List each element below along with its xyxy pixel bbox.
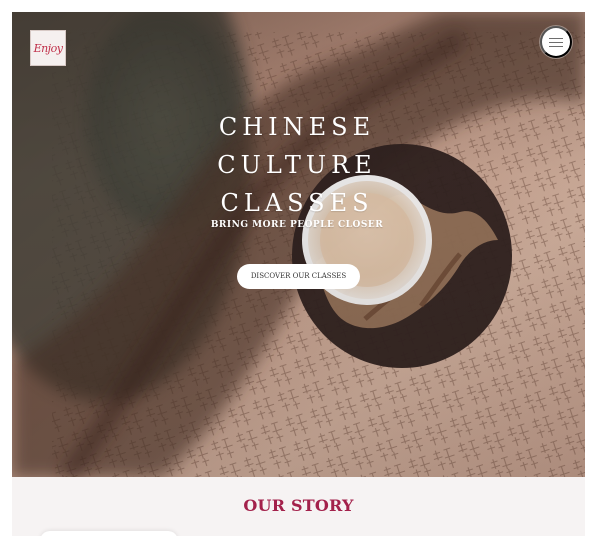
hero-title-line-3: CLASSES xyxy=(220,189,374,217)
logo-text: Enjoy xyxy=(33,41,63,55)
menu-button[interactable] xyxy=(540,26,572,58)
website-page: Enjoy CHINESE CULTURE CLASSES BRING MORE… xyxy=(0,0,597,536)
hero-copy: CHINESE CULTURE CLASSES BRING MORE PEOPL… xyxy=(182,108,412,231)
menu-line-bottom xyxy=(549,46,563,47)
menu-line-top xyxy=(549,38,563,39)
hero-title-line-1: CHINESE xyxy=(218,113,376,141)
hero-section: Enjoy CHINESE CULTURE CLASSES BRING MORE… xyxy=(12,12,585,477)
our-story-heading: OUR STORY xyxy=(243,496,354,516)
hero-title-line-2: CULTURE xyxy=(217,151,377,179)
discover-classes-button[interactable]: DISCOVER OUR CLASSES xyxy=(237,264,360,289)
site-frame: Enjoy CHINESE CULTURE CLASSES BRING MORE… xyxy=(12,12,585,536)
hamburger-menu-icon xyxy=(549,37,563,47)
story-card-top-edge xyxy=(40,531,178,536)
enjoy-logo[interactable]: Enjoy xyxy=(30,30,66,66)
menu-line-middle xyxy=(549,42,563,43)
hero-subtitle: BRING MORE PEOPLE CLOSER xyxy=(210,220,384,230)
hero-overlay xyxy=(12,12,585,477)
